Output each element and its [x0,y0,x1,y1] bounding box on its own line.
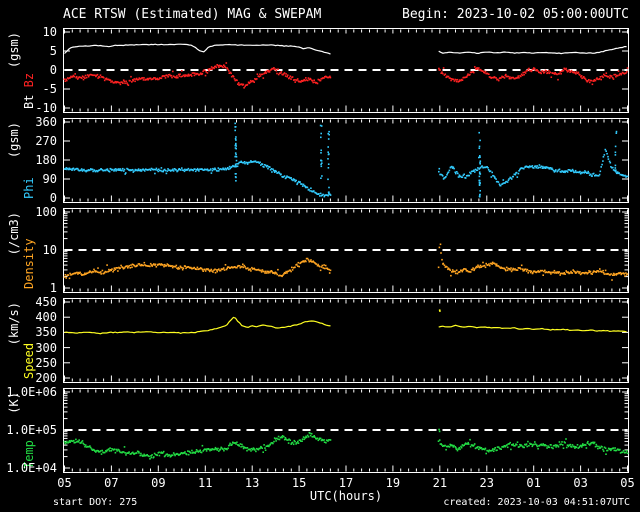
y-tick-label: 100 [35,205,57,219]
page-title: ACE RTSW (Estimated) MAG & SWEPAM [63,7,322,22]
y-tick-label: 270 [35,134,57,148]
y-tick-label: 10 [42,243,57,257]
y-tick-label: 0 [49,63,57,77]
y-tick-label: 0 [49,191,57,205]
x-tick-label: 05 [620,476,635,490]
y-tick-label: 10 [42,25,57,39]
x-tick-label: 13 [244,476,260,490]
panel-density: (/cm3) Density 100 10 1 [0,205,640,295]
created-timestamp: created: 2023-10-03 04:51:07UTC [443,497,630,508]
y-tick-label: 1.0E+05 [6,423,57,437]
plot-area-density [63,208,629,293]
y-tick-label: 360 [35,115,57,129]
y-tick-label: 200 [35,371,57,385]
axis-box [63,298,629,383]
plot-area-temp [63,388,629,473]
panel-speed: (km/s) Speed 450 400 350 300 250 200 [0,295,640,385]
x-tick-label: 07 [104,476,119,490]
series-temp [63,428,629,460]
y-tick-label: 300 [35,340,57,355]
panel-phi: (gsm) Phi 360 270 180 90 0 [0,115,640,205]
plot-area-speed [63,298,629,383]
y-tick-label: 1.0E+04 [6,461,57,475]
begin-timestamp: Begin: 2023-10-02 05:00:00UTC [402,7,629,22]
y-tick-label: 1 [49,281,57,295]
y-tick-label: -10 [35,101,57,115]
y-tick-label: 450 [35,295,57,309]
y-tick-label: 350 [35,325,57,340]
x-tick-label: 17 [338,476,354,490]
x-tick-label: 05 [57,476,72,490]
x-tick-label: 21 [432,476,448,490]
axis-box [63,118,629,203]
x-tick-label: 03 [573,476,588,490]
x-tick-label: 23 [479,476,494,490]
x-tick-label: 11 [198,476,213,490]
series-phi [63,122,629,198]
y-tick-label: 180 [35,153,57,167]
start-doy: start DOY: 275 [53,497,138,508]
x-tick-label: 09 [151,476,166,490]
series-bz [63,62,629,89]
panel-temp: (K) Temp 1.0E+06 1.0E+05 1.0E+04 [0,385,640,475]
y-tick-label: 400 [35,310,57,325]
series-bt [64,43,627,55]
y-tick-label: 250 [35,355,57,370]
plot-area-mag [63,28,629,113]
ace-rtsw-chart: ACE RTSW (Estimated) MAG & SWEPAM Begin:… [0,0,640,512]
y-tick-label: 90 [42,172,57,186]
series-speed [64,309,627,335]
y-tick-label: 5 [49,44,57,58]
y-tick-label: 1.0E+06 [6,385,57,399]
x-tick-label: 01 [526,476,541,490]
y-tick-label: -5 [42,82,57,96]
x-tick-label: 19 [385,476,401,490]
plot-area-phi [63,118,629,203]
x-tick-label: 15 [291,476,307,490]
panel-mag: (gsm) Bt Bz 10 5 0 -5 -10 [0,25,640,115]
